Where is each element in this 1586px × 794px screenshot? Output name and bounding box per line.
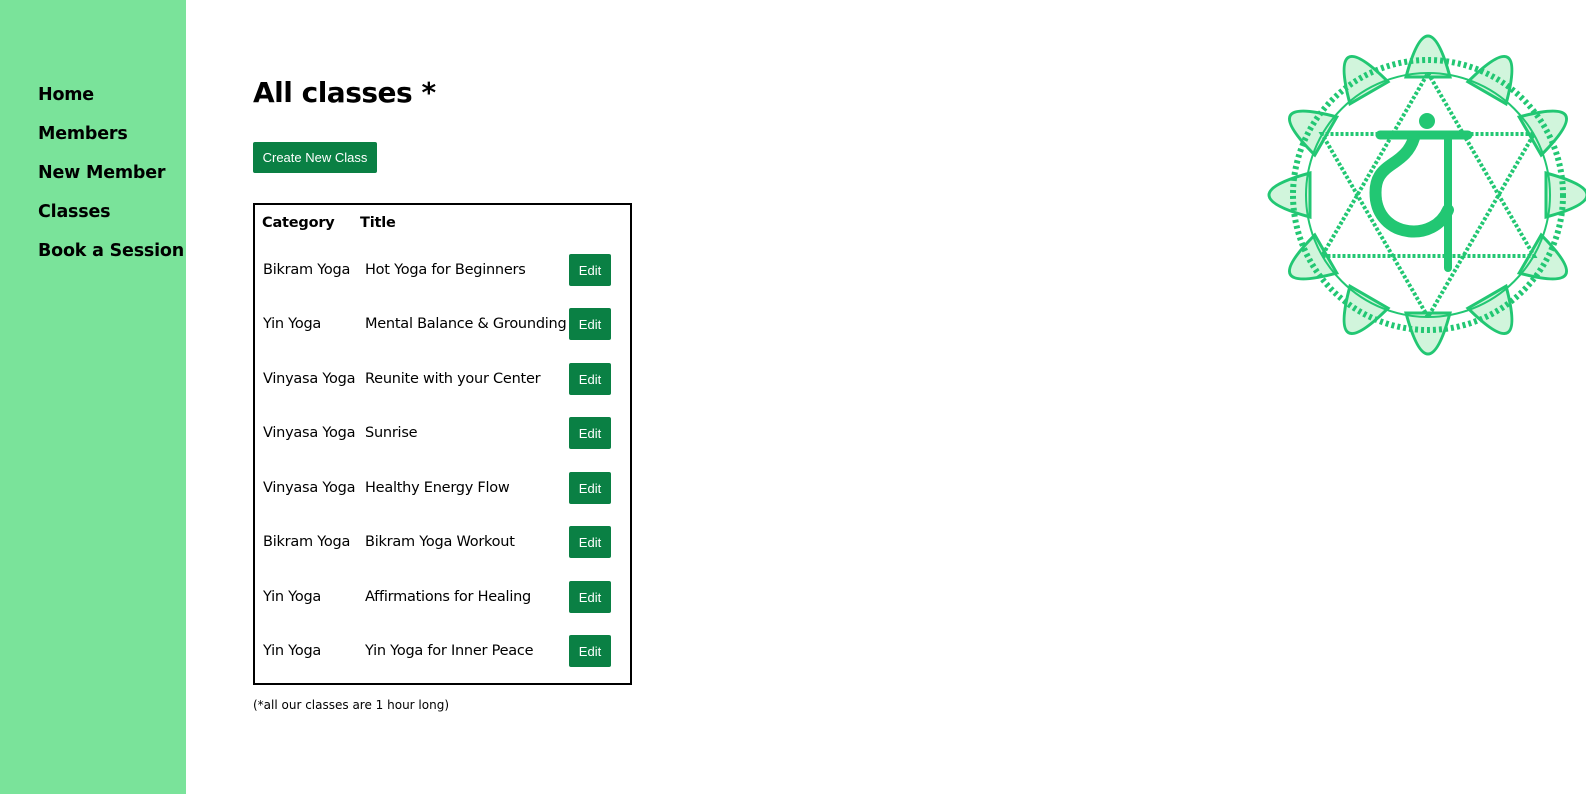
classes-table: Category Title Bikram Yoga Hot Yoga for … — [253, 203, 632, 685]
edit-button[interactable]: Edit — [569, 526, 611, 558]
nav-item-book-session: Book a Session — [38, 239, 184, 278]
row-category: Vinyasa Yoga — [263, 425, 356, 441]
nav-item-members: Members — [38, 122, 184, 161]
row-title: Mental Balance & Grounding — [365, 316, 567, 332]
edit-button[interactable]: Edit — [569, 417, 611, 449]
row-category: Vinyasa Yoga — [263, 480, 356, 496]
duration-footnote: (*all our classes are 1 hour long) — [253, 698, 450, 712]
edit-button[interactable]: Edit — [569, 254, 611, 286]
row-category: Bikram Yoga — [263, 262, 351, 278]
row-title: Reunite with your Center — [365, 371, 541, 387]
nav-item-new-member: New Member — [38, 161, 184, 200]
table-row: Bikram Yoga Bikram Yoga Workout Edit — [255, 524, 630, 560]
column-header-category: Category — [262, 215, 335, 231]
heart-chakra-icon — [1236, 0, 1586, 392]
row-category: Vinyasa Yoga — [263, 371, 356, 387]
row-category: Yin Yoga — [263, 316, 322, 332]
edit-button[interactable]: Edit — [569, 472, 611, 504]
row-title: Yin Yoga for Inner Peace — [365, 643, 534, 659]
edit-button[interactable]: Edit — [569, 581, 611, 613]
nav-link-book-session[interactable]: Book a Session — [38, 239, 184, 263]
nav-link-members[interactable]: Members — [38, 122, 128, 146]
row-title: Bikram Yoga Workout — [365, 534, 515, 550]
table-row: Vinyasa Yoga Healthy Energy Flow Edit — [255, 470, 630, 506]
row-title: Hot Yoga for Beginners — [365, 262, 526, 278]
column-header-title: Title — [360, 215, 396, 231]
edit-button[interactable]: Edit — [569, 363, 611, 395]
row-category: Yin Yoga — [263, 589, 322, 605]
nav-link-new-member[interactable]: New Member — [38, 161, 166, 185]
row-title: Sunrise — [365, 425, 418, 441]
sidebar: Home Members New Member Classes Book a S… — [0, 0, 186, 794]
table-row: Vinyasa Yoga Sunrise Edit — [255, 415, 630, 451]
page-title: All classes * — [253, 76, 436, 109]
table-row: Bikram Yoga Hot Yoga for Beginners Edit — [255, 252, 630, 288]
row-title: Healthy Energy Flow — [365, 480, 510, 496]
row-title: Affirmations for Healing — [365, 589, 532, 605]
edit-button[interactable]: Edit — [569, 635, 611, 667]
edit-button[interactable]: Edit — [569, 308, 611, 340]
table-row: Yin Yoga Affirmations for Healing Edit — [255, 579, 630, 615]
nav-link-home[interactable]: Home — [38, 83, 94, 107]
row-category: Bikram Yoga — [263, 534, 351, 550]
create-new-class-button[interactable]: Create New Class — [253, 142, 377, 173]
nav-item-home: Home — [38, 83, 184, 122]
table-row: Vinyasa Yoga Reunite with your Center Ed… — [255, 361, 630, 397]
sidebar-nav: Home Members New Member Classes Book a S… — [38, 83, 184, 278]
table-row: Yin Yoga Mental Balance & Grounding Edit — [255, 306, 630, 342]
table-row: Yin Yoga Yin Yoga for Inner Peace Edit — [255, 633, 630, 669]
row-category: Yin Yoga — [263, 643, 322, 659]
nav-item-classes: Classes — [38, 200, 184, 239]
nav-link-classes[interactable]: Classes — [38, 200, 111, 224]
